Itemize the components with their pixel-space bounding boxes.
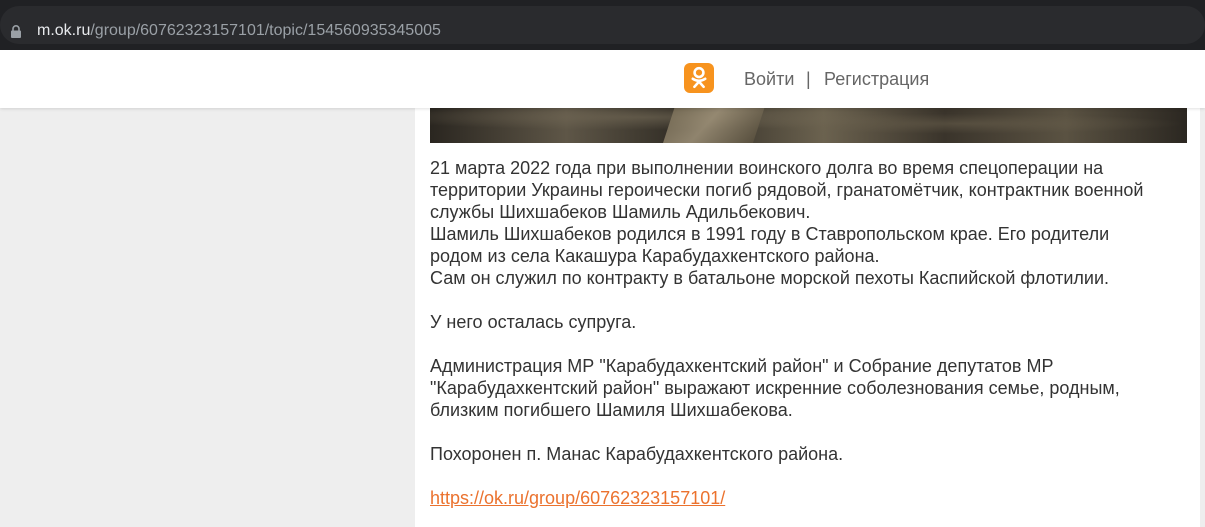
page-viewport: 21 марта 2022 года при выполнении воинск… [0,50,1205,527]
group-link-line: https://ok.ru/group/60762323157101/ [430,487,1190,509]
browser-address-bar: m.ok.ru/group/60762323157101/topic/15456… [0,0,1205,50]
text-line: Похоронен п. Манас Карабудахкентского ра… [430,444,844,464]
register-link[interactable]: Регистрация [824,68,929,90]
text-line: Шамиль Шихшабеков родился в 1991 году в … [430,224,1110,244]
text-line: У него осталась супруга. [430,312,637,332]
header-separator: | [806,69,811,89]
site-header: Войти | Регистрация [0,50,1205,108]
text-line: 21 марта 2022 года при выполнении воинск… [430,158,1104,178]
topic-text: 21 марта 2022 года при выполнении воинск… [430,157,1190,509]
group-link[interactable]: https://ok.ru/group/60762323157101/ [430,488,725,508]
text-line: близким погибшего Шамиля Шихшабекова. [430,400,793,420]
url-domain: m.ok.ru [37,22,91,39]
text-line: Администрация МР "Карабудахкентский райо… [430,356,1054,376]
odnoklassniki-logo-icon[interactable] [684,63,714,93]
left-background [0,50,415,527]
text-line: территории Украины героически погиб рядо… [430,180,1144,200]
text-line: Сам он служил по контракту в батальоне м… [430,268,1110,288]
topic-content: 21 марта 2022 года при выполнении воинск… [415,50,1200,527]
url-path: /group/60762323157101/topic/154560935345… [90,22,441,39]
omnibox[interactable]: m.ok.ru/group/60762323157101/topic/15456… [0,6,1205,44]
text-line: "Карабудахкентский район" выражают искре… [430,378,1120,398]
right-background [1200,50,1205,527]
ok-symbol-icon [691,66,707,89]
text-line: родом из села Какашура Карабудахкентског… [430,246,880,266]
lock-icon[interactable] [10,25,22,38]
url-text[interactable]: m.ok.ru/group/60762323157101/topic/15456… [37,21,441,41]
login-link[interactable]: Войти [744,68,794,90]
text-line: службы Шихшабеков Шамиль Адильбекович. [430,202,811,222]
